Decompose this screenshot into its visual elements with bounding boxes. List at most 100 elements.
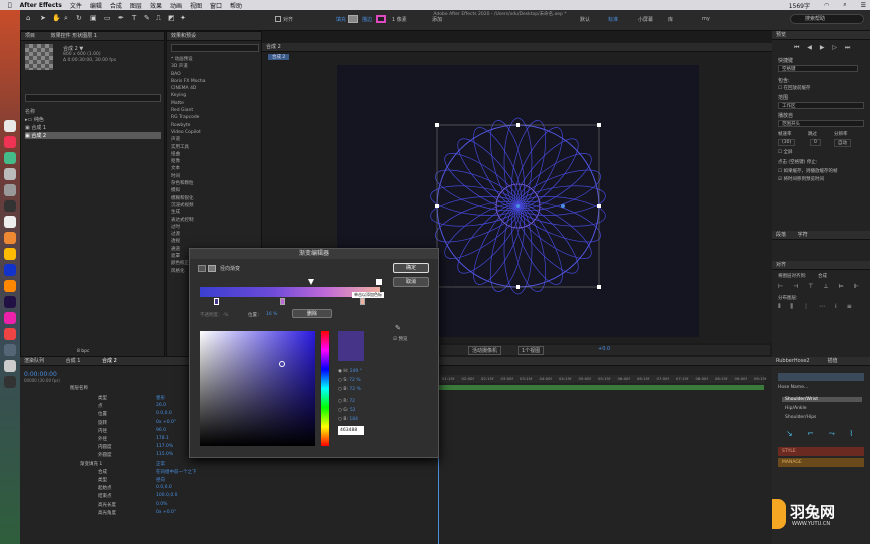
align-target-select[interactable]: 合成 — [818, 273, 827, 279]
range-select[interactable]: 工作区 — [778, 102, 864, 109]
workspace-small[interactable]: 小屏幕 — [638, 16, 653, 23]
menu-file[interactable]: 文件 — [70, 1, 82, 10]
effect-category[interactable]: 声道 — [171, 136, 261, 143]
menu-window[interactable]: 窗口 — [210, 1, 222, 10]
text-tool-icon[interactable]: T — [132, 14, 136, 22]
color-stop[interactable] — [360, 298, 365, 305]
color-picker-cursor[interactable] — [279, 361, 285, 367]
wifi-icon[interactable]: ◠ — [824, 2, 829, 9]
property-row[interactable]: 高光长度 0.0% — [20, 502, 320, 510]
add-button[interactable]: 添加 — [432, 16, 442, 23]
linear-gradient-icon[interactable] — [198, 265, 206, 272]
search-icon[interactable]: ⌕ — [843, 1, 846, 9]
bpc-label[interactable]: 8 bpc — [77, 349, 89, 354]
effect-category[interactable]: 沉浸式视频 — [171, 202, 261, 209]
fill-label[interactable]: 填充 — [336, 16, 346, 23]
property-value[interactable]: 径向 — [156, 477, 165, 483]
delete-button[interactable]: 删除 — [292, 309, 332, 318]
app-icon[interactable] — [4, 200, 16, 212]
fill-swatch[interactable] — [348, 15, 358, 23]
opacity-stop[interactable] — [308, 279, 314, 285]
menu-list-icon[interactable]: ☰ — [861, 2, 866, 9]
workspace-standard[interactable]: 标准 — [608, 16, 618, 23]
preview-checkbox[interactable]: ☑ 预览 — [393, 336, 407, 342]
project-item-selected[interactable]: ▣ 合成 2 — [25, 132, 161, 139]
property-value[interactable]: 100.0,0.0 — [156, 493, 177, 498]
property-value[interactable]: 115.0% — [156, 452, 173, 457]
app-icon[interactable] — [4, 232, 16, 244]
skip-select[interactable]: 0 — [810, 139, 821, 146]
stroke-swatch[interactable] — [376, 15, 386, 23]
align-buttons[interactable]: ⊢ ⊣ ⊤ ⊥ ⊨ ⊩ — [778, 283, 863, 290]
effect-category[interactable]: 3D 声道 — [171, 63, 261, 70]
app-menu[interactable]: After Effects — [20, 2, 62, 9]
align-checkbox[interactable] — [275, 16, 281, 22]
hose-list-item[interactable]: Shoulder/Hips — [782, 415, 816, 420]
color-stop[interactable] — [280, 298, 285, 305]
tab-paragraph[interactable]: 段落 — [776, 232, 786, 238]
property-value[interactable]: 117.0% — [156, 444, 173, 449]
stroke-width[interactable]: 1 像素 — [392, 16, 407, 23]
menu-animation[interactable]: 动画 — [170, 1, 182, 10]
effect-category[interactable]: 文本 — [171, 165, 261, 172]
distribute-buttons[interactable]: ⫴ ⫼ ⋮ ⋯ ⁞ ≡ — [778, 303, 856, 311]
fullscreen-option[interactable]: ☐ 全屏 — [778, 149, 792, 155]
cache-play-option[interactable]: ☐ 如果缓存，则播放缓存的帧 — [778, 168, 837, 174]
effect-category[interactable]: 过时 — [171, 224, 261, 231]
menu-comp[interactable]: 合成 — [110, 1, 122, 10]
property-value[interactable]: 26.0 — [156, 403, 166, 408]
eraser-tool-icon[interactable]: ◩ — [168, 14, 175, 22]
shortcut-select[interactable]: 空格键 — [778, 65, 858, 72]
property-value[interactable]: 96.0 — [156, 428, 166, 433]
effect-category[interactable]: 生成 — [171, 209, 261, 216]
comp-breadcrumb[interactable]: 合成 2 — [268, 54, 290, 60]
app-icon[interactable] — [4, 328, 16, 340]
hose-list-item[interactable]: Shoulder/Wrist — [782, 397, 862, 402]
project-item[interactable]: ▣ 合成 1 — [25, 124, 161, 131]
property-value[interactable]: 0x +0.0° — [156, 510, 176, 515]
home-icon[interactable]: ⌂ — [26, 14, 30, 22]
menu-edit[interactable]: 编辑 — [90, 1, 102, 10]
blue-field[interactable]: ○ B: 184 — [338, 415, 364, 424]
app-icon[interactable] — [4, 312, 16, 324]
tab-comp2-timeline[interactable]: 合成 2 — [102, 358, 117, 364]
project-search-input[interactable] — [25, 94, 161, 102]
effect-category[interactable]: 模拟 — [171, 187, 261, 194]
style-button[interactable]: STYLE — [778, 447, 864, 456]
eyedropper-icon[interactable]: ✎ — [395, 324, 401, 332]
red-field[interactable]: ○ R: 72 — [338, 397, 364, 406]
hose-list-item[interactable]: Hip/Ankle — [782, 406, 807, 411]
app-icon[interactable] — [4, 376, 16, 388]
tab-effect-controls[interactable]: 效果控件 形状图层 1 — [51, 33, 97, 39]
effect-category[interactable]: Rowbyte — [171, 122, 261, 129]
effect-category[interactable]: RG Trapcode — [171, 114, 261, 121]
rotate-tool-icon[interactable]: ↻ — [76, 14, 82, 22]
play-from-select[interactable]: 范围开头 — [778, 120, 864, 127]
position-value[interactable]: 16 % — [266, 312, 277, 317]
after-effects-icon[interactable] — [4, 296, 16, 308]
property-value[interactable]: 在同组中前一个之下 — [156, 469, 197, 475]
move-time-option[interactable]: ☑ 将时间移到预览时间 — [778, 176, 824, 182]
color-field[interactable] — [200, 331, 315, 446]
hex-input[interactable]: 463488 — [338, 426, 364, 435]
tab-render-queue[interactable]: 渲染队列 — [24, 358, 44, 364]
property-row[interactable]: 高光角度 0x +0.0° — [20, 510, 320, 518]
workspace-default[interactable]: 默认 — [580, 16, 590, 23]
exposure-value[interactable]: +0.0 — [598, 346, 610, 352]
illustrator-icon[interactable] — [4, 280, 16, 292]
tab-comp1[interactable]: 合成 1 — [66, 358, 81, 364]
puppet-tool-icon[interactable]: ✦ — [180, 14, 186, 22]
app-icon[interactable] — [4, 168, 16, 180]
saturation-field[interactable]: ○ S: 72 % — [338, 376, 364, 385]
property-value[interactable]: 0.0,0.0 — [156, 411, 172, 416]
effect-category[interactable]: Red Giant — [171, 107, 261, 114]
hand-tool-icon[interactable]: ✋ — [52, 14, 61, 22]
effect-category[interactable]: 时间 — [171, 173, 261, 180]
time-ruler[interactable]: 01:15f 02:00f 02:15f 03:00f 03:15f 04:00f 04:1… — [432, 375, 766, 383]
tab-rubberhose[interactable]: RubberHose2 — [776, 358, 810, 364]
stroke-label[interactable]: 描边 — [362, 16, 372, 23]
camera-tool-icon[interactable]: ▣ — [90, 14, 97, 22]
calendar-icon[interactable] — [4, 216, 16, 228]
property-row[interactable]: 起始点 0.0,0.0 — [20, 485, 320, 493]
tab-interpolation[interactable]: 插值 — [828, 358, 838, 364]
